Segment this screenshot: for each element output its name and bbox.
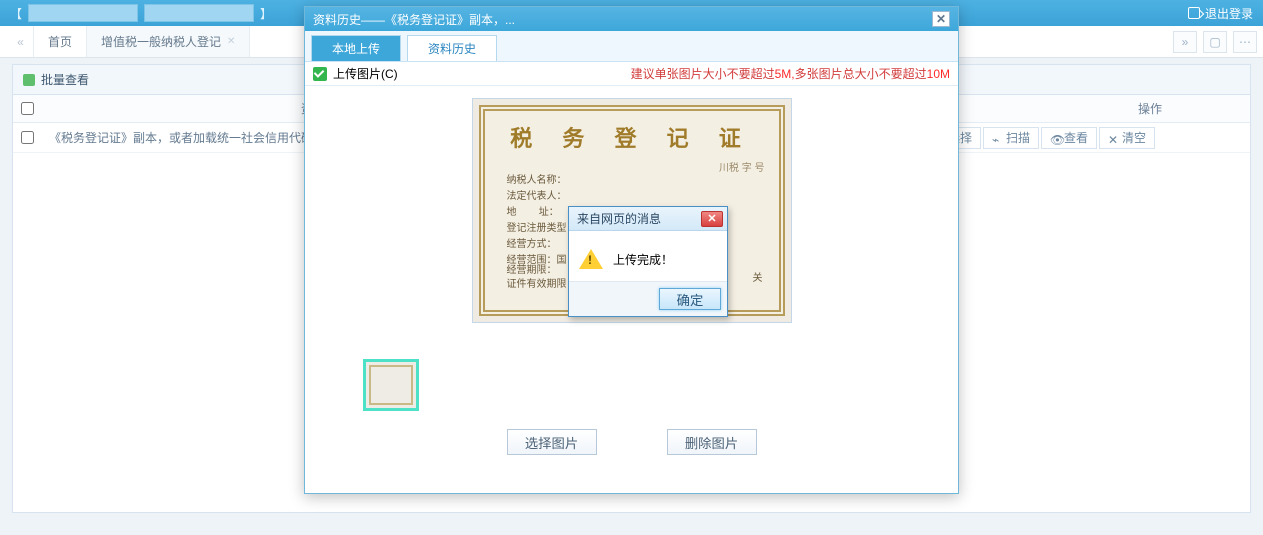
upload-bar: 上传图片(C) 建议单张图片大小不要超过5M,多张图片总大小不要超过10M (305, 62, 958, 86)
check-icon (313, 67, 327, 81)
alert-titlebar: 来自网页的消息 ✕ (569, 207, 727, 231)
alert-footer: 确定 (569, 281, 727, 316)
certificate-fields: 纳税人名称： 法定代表人： 地 址： 登记注册类型： 经营方式： 经营范围：国 (507, 173, 577, 269)
thumbnail-strip (363, 359, 419, 411)
alert-ok-button[interactable]: 确定 (659, 288, 721, 310)
modal-titlebar: 资料历史——《税务登记证》副本，... ✕ (305, 7, 958, 31)
alert-dialog: 来自网页的消息 ✕ 上传完成！ 确定 (568, 206, 728, 317)
modal-title-text: 资料历史——《税务登记证》副本，... (313, 11, 515, 28)
warning-icon (579, 249, 603, 269)
delete-image-button[interactable]: 删除图片 (667, 429, 757, 455)
certificate-number: 川税 字 号 (719, 159, 765, 174)
modal-close-button[interactable]: ✕ (932, 11, 950, 27)
certificate-extra: 关 (753, 269, 763, 284)
thumbnail-image (369, 365, 413, 405)
upload-label[interactable]: 上传图片(C) (333, 65, 398, 82)
alert-message: 上传完成！ (613, 251, 673, 268)
certificate-bottom: 经营期限： 证件有效期限： (507, 264, 577, 292)
tab-material-history[interactable]: 资料历史 (407, 35, 497, 61)
upload-warning: 建议单张图片大小不要超过5M,多张图片总大小不要超过10M (631, 65, 950, 82)
modal-tabs: 本地上传 资料历史 (305, 31, 958, 62)
tab-local-upload[interactable]: 本地上传 (311, 35, 401, 61)
select-image-button[interactable]: 选择图片 (507, 429, 597, 455)
alert-body: 上传完成！ (569, 231, 727, 281)
alert-close-button[interactable]: ✕ (701, 211, 723, 227)
alert-title: 来自网页的消息 (577, 210, 661, 227)
certificate-title: 税 务 登 记 证 (485, 121, 779, 153)
modal-footer: 选择图片 删除图片 (507, 411, 757, 479)
thumbnail[interactable] (363, 359, 419, 411)
upload-check-wrap: 上传图片(C) (313, 65, 398, 82)
